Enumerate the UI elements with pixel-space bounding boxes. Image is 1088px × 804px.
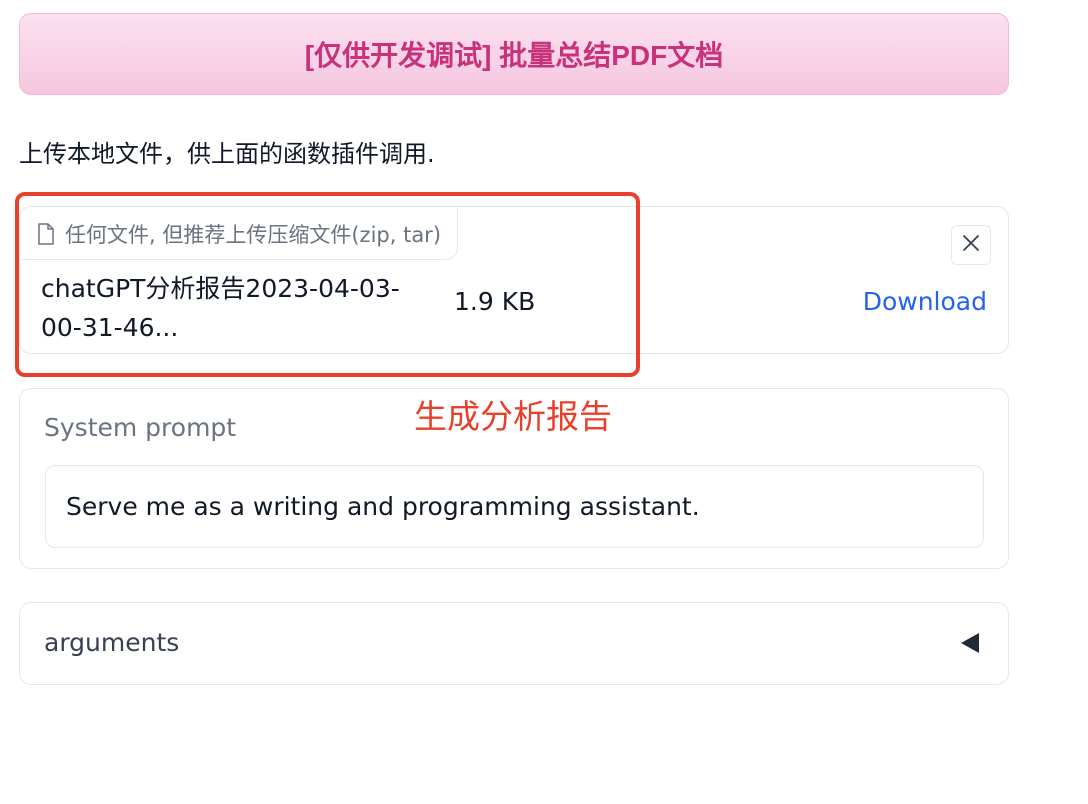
clear-file-button[interactable] xyxy=(951,225,991,265)
uploaded-file-name: chatGPT分析报告2023-04-03-00-31-46... xyxy=(41,274,400,342)
file-icon xyxy=(37,222,55,245)
upload-description: 上传本地文件，供上面的函数插件调用. xyxy=(19,140,435,168)
download-link[interactable]: Download xyxy=(863,287,987,316)
system-prompt-label: System prompt xyxy=(44,413,237,442)
file-upload-label-text: 任何文件, 但推荐上传压缩文件(zip, tar) xyxy=(65,222,442,247)
file-upload-panel[interactable]: 任何文件, 但推荐上传压缩文件(zip, tar) chatGPT分析报告202… xyxy=(19,206,1009,354)
annotation-text: 生成分析报告 xyxy=(414,397,612,436)
file-upload-label: 任何文件, 但推荐上传压缩文件(zip, tar) xyxy=(21,208,459,260)
triangle-left-icon[interactable] xyxy=(960,631,980,655)
close-icon xyxy=(962,234,980,256)
arguments-accordion[interactable]: arguments xyxy=(19,602,1009,685)
arguments-label: arguments xyxy=(44,628,180,657)
uploaded-file-size: 1.9 KB xyxy=(454,287,536,316)
system-prompt-input[interactable] xyxy=(45,465,984,548)
page: [仅供开发调试] 批量总结PDF文档 上传本地文件，供上面的函数插件调用. 任何… xyxy=(0,0,1088,804)
batch-summarize-pdf-button[interactable]: [仅供开发调试] 批量总结PDF文档 xyxy=(19,13,1009,95)
